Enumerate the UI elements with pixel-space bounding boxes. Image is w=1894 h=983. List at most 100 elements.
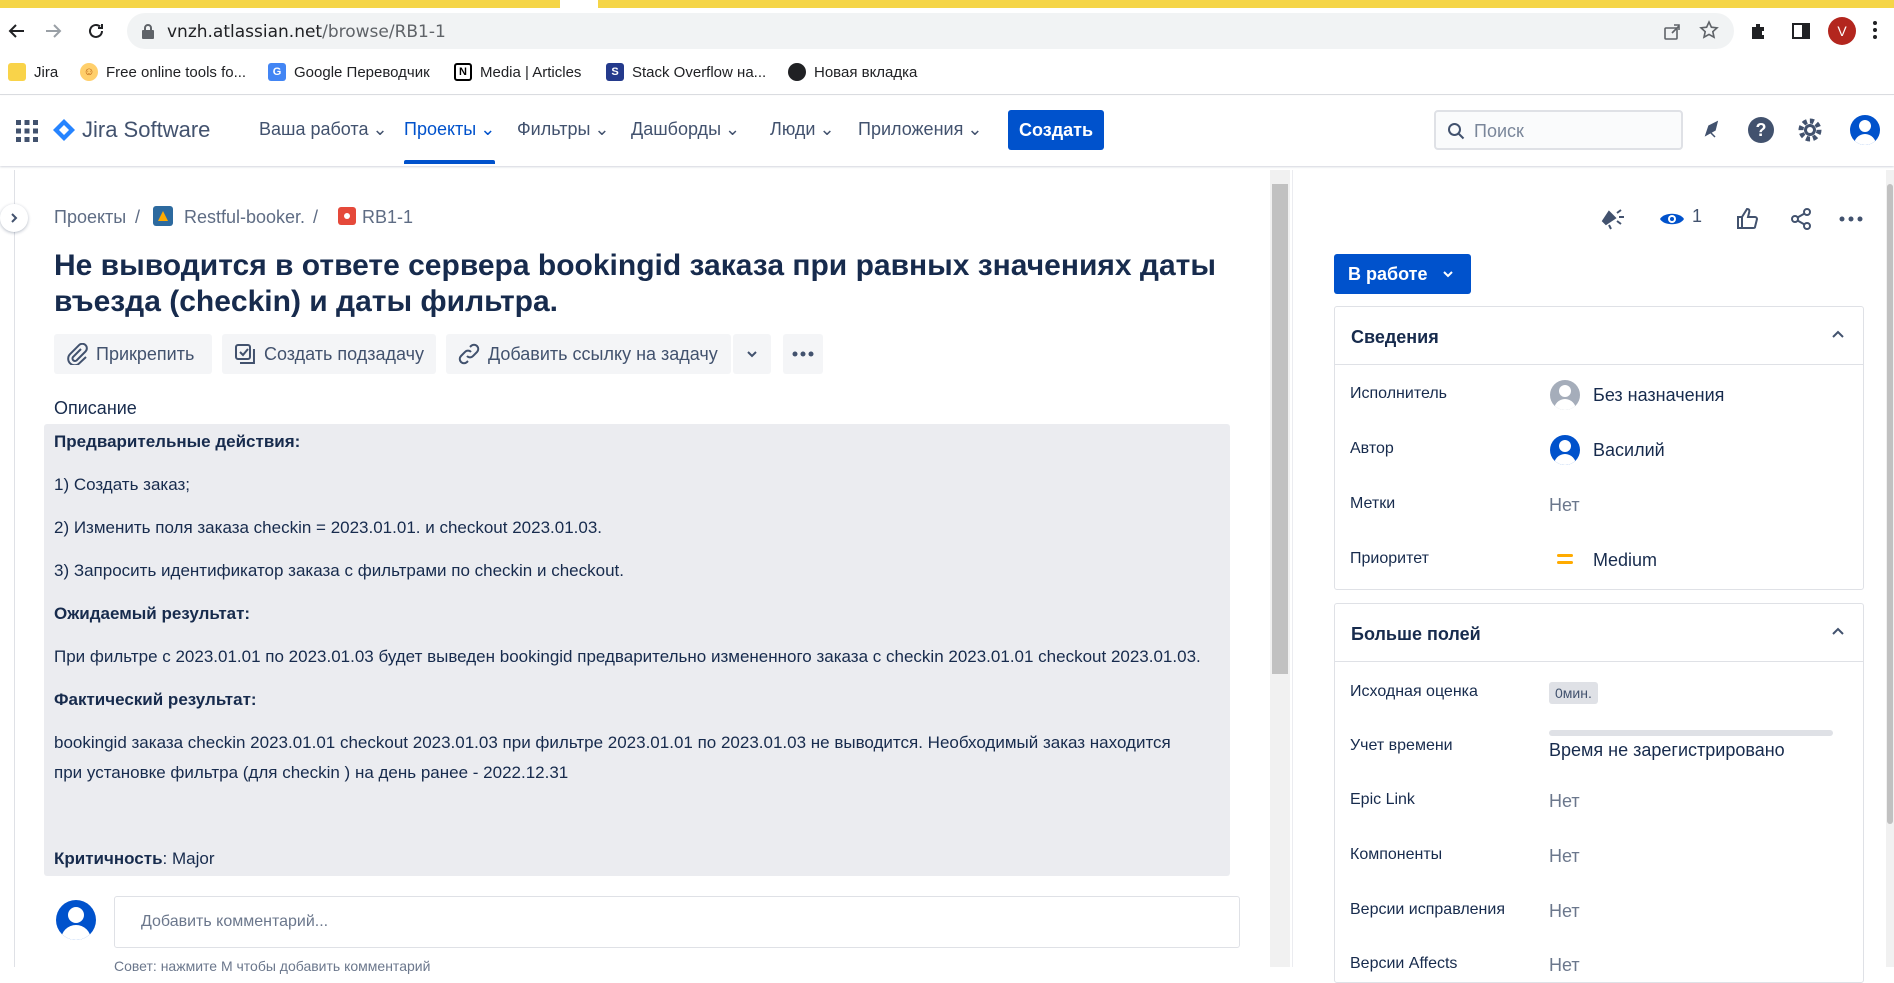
breadcrumb-issue-key[interactable]: RB1-1 xyxy=(362,207,413,228)
chevron-down-icon: ⌄ xyxy=(372,119,388,139)
comment-hint: Совет: нажмите M чтобы добавить коммента… xyxy=(114,958,431,974)
bookmark-label: Stack Overflow на... xyxy=(632,63,767,81)
nav-label: Проекты xyxy=(404,119,477,139)
jira-logo[interactable]: Jira Software xyxy=(52,117,210,143)
chevron-down-icon: ⌄ xyxy=(480,119,496,139)
nav-people[interactable]: Люди ⌄ xyxy=(770,119,835,140)
lock-icon xyxy=(141,23,155,39)
panel-title: Больше полей xyxy=(1351,624,1481,644)
bug-icon xyxy=(338,207,356,225)
smiley-icon: ☺ xyxy=(80,63,98,81)
nav-your-work[interactable]: Ваша работа ⌄ xyxy=(259,119,388,140)
field-value-original-estimate[interactable]: 0мин. xyxy=(1549,682,1598,704)
breadcrumb-project[interactable]: Restful-booker. xyxy=(184,207,305,228)
nav-projects[interactable]: Проекты ⌄ xyxy=(404,119,495,140)
reload-icon[interactable] xyxy=(79,14,113,48)
nav-apps[interactable]: Приложения ⌄ xyxy=(858,119,982,140)
nav-label: Люди xyxy=(770,119,816,139)
create-subtask-button[interactable]: Создать подзадачу xyxy=(222,334,436,374)
description-heading: Предварительные действия: xyxy=(54,432,301,451)
breadcrumb-projects[interactable]: Проекты xyxy=(54,207,126,228)
chevron-down-icon: ⌄ xyxy=(725,119,741,139)
status-label: В работе xyxy=(1348,263,1428,284)
more-horizontal-icon[interactable] xyxy=(1835,203,1867,235)
create-button[interactable]: Создать xyxy=(1008,110,1104,150)
description-line: Критичность: Major xyxy=(54,849,215,869)
back-icon[interactable] xyxy=(0,14,34,48)
share-icon[interactable] xyxy=(1785,203,1817,235)
search-input[interactable]: Поиск xyxy=(1434,110,1683,150)
sidebar-scrollbar-thumb[interactable] xyxy=(1887,184,1893,824)
url-text: vnzh.atlassian.net/browse/RB1-1 xyxy=(167,22,446,42)
bookmark-google-translate[interactable]: G Google Переводчик xyxy=(268,61,430,83)
share-page-icon[interactable] xyxy=(1662,21,1682,41)
vote-thumbs-up-icon[interactable] xyxy=(1731,203,1763,235)
attach-button[interactable]: Прикрепить xyxy=(54,334,212,374)
field-value-affects-versions[interactable]: Нет xyxy=(1549,955,1580,976)
side-panel-icon[interactable] xyxy=(1791,21,1811,41)
profile-avatar[interactable]: V xyxy=(1828,17,1856,45)
field-value-fix-versions[interactable]: Нет xyxy=(1549,901,1580,922)
status-dropdown-button[interactable]: В работе xyxy=(1334,254,1471,294)
star-bookmark-icon[interactable] xyxy=(1699,20,1719,40)
field-value-priority[interactable]: Medium xyxy=(1593,550,1657,571)
nav-dashboards[interactable]: Дашборды ⌄ xyxy=(631,119,740,140)
nav-label: Приложения xyxy=(858,119,964,139)
bookmark-label: Free online tools fo... xyxy=(106,63,247,81)
search-placeholder: Поиск xyxy=(1474,121,1524,141)
panel-divider xyxy=(1292,170,1293,967)
chevron-down-icon xyxy=(1442,271,1453,278)
chevron-up-icon[interactable] xyxy=(1831,626,1845,636)
breadcrumb-separator: / xyxy=(313,207,319,227)
description-line: Ожидаемый результат: xyxy=(54,604,250,624)
forward-icon[interactable] xyxy=(36,14,70,48)
add-link-button[interactable]: Добавить ссылку на задачу xyxy=(446,334,731,374)
expand-sidebar-button[interactable] xyxy=(0,204,28,232)
main-scrollbar-thumb[interactable] xyxy=(1272,184,1288,674)
field-label-affects-versions: Версии Affects xyxy=(1350,955,1458,972)
settings-gear-icon[interactable] xyxy=(1797,117,1823,143)
bookmark-label: Jira xyxy=(34,63,59,81)
bookmark-label: Media | Articles xyxy=(480,63,582,81)
bookmark-media-articles[interactable]: N Media | Articles xyxy=(454,61,581,83)
nav-filters[interactable]: Фильтры ⌄ xyxy=(517,119,610,140)
bookmark-stack-overflow[interactable]: S Stack Overflow на... xyxy=(606,61,766,83)
more-actions-button[interactable] xyxy=(783,334,823,374)
user-avatar[interactable] xyxy=(1850,115,1880,145)
field-label-reporter: Автор xyxy=(1350,440,1394,457)
reporter-avatar xyxy=(1550,435,1580,465)
tab-strip xyxy=(598,0,1894,8)
issue-title[interactable]: Не выводится в ответе сервера bookingid … xyxy=(54,248,1254,320)
field-value-epic-link[interactable]: Нет xyxy=(1549,791,1580,812)
logo-text: Jira Software xyxy=(82,117,211,142)
field-label-original-estimate: Исходная оценка xyxy=(1350,683,1478,700)
feedback-megaphone-icon[interactable] xyxy=(1597,203,1629,235)
field-value-assignee[interactable]: Без назначения xyxy=(1593,385,1724,406)
field-value-time-tracking[interactable]: Время не зарегистрировано xyxy=(1549,740,1785,761)
field-value-labels[interactable]: Нет xyxy=(1549,495,1580,516)
app-switcher-icon[interactable] xyxy=(16,120,38,142)
help-icon[interactable]: ? xyxy=(1748,117,1774,143)
field-value-reporter[interactable]: Василий xyxy=(1593,440,1665,461)
jira-top-bar: Jira Software Ваша работа ⌄ Проекты ⌄ Филь… xyxy=(0,96,1894,166)
link-dropdown-button[interactable] xyxy=(733,334,771,374)
address-bar[interactable]: vnzh.atlassian.net/browse/RB1-1 xyxy=(127,13,1734,49)
bookmark-jira[interactable]: Jira xyxy=(8,61,58,83)
description-line: Предварительные действия: xyxy=(54,432,300,452)
search-icon xyxy=(1447,122,1465,140)
chevron-up-icon[interactable] xyxy=(1831,329,1845,339)
comment-input[interactable]: Добавить комментарий... xyxy=(114,896,1240,948)
bookmark-new-tab[interactable]: Новая вкладка xyxy=(788,61,917,83)
chevron-down-icon: ⌄ xyxy=(967,119,983,139)
details-panel-header[interactable]: Сведения xyxy=(1335,307,1863,365)
time-tracking-bar[interactable] xyxy=(1549,730,1833,736)
watchers-count[interactable]: 1 xyxy=(1692,206,1702,227)
notifications-icon[interactable] xyxy=(1700,117,1726,143)
watch-eye-icon[interactable] xyxy=(1656,203,1688,235)
extensions-icon[interactable] xyxy=(1748,21,1768,41)
field-value-components[interactable]: Нет xyxy=(1549,846,1580,867)
button-label: Добавить ссылку на задачу xyxy=(488,343,718,364)
more-fields-panel-header[interactable]: Больше полей xyxy=(1335,604,1863,662)
bookmark-free-online-tools[interactable]: ☺ Free online tools fo... xyxy=(80,61,246,83)
browser-menu-icon[interactable] xyxy=(1872,19,1878,41)
